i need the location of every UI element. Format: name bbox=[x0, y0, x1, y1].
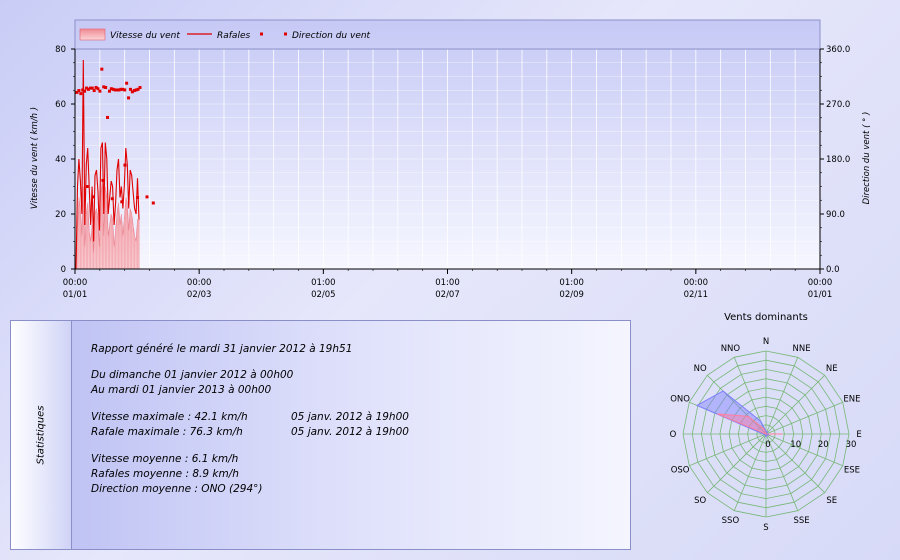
y-tick-label-right: 270.0 bbox=[826, 100, 850, 110]
rose-direction-label: ESE bbox=[844, 466, 860, 476]
rose-radial-tick-label: 20 bbox=[818, 440, 829, 450]
y-tick-label-left: 20 bbox=[55, 210, 66, 220]
x-tick-label-date: 02/03 bbox=[187, 290, 212, 300]
y-tick-label-right: 180.0 bbox=[826, 155, 850, 165]
x-tick-label-time: 00:00 bbox=[684, 278, 709, 288]
avg-gust-line: Rafales moyenne : 8.9 km/h bbox=[91, 468, 239, 480]
statistics-side-tab: Statistiques bbox=[11, 321, 72, 549]
x-tick-label-date: 01/01 bbox=[808, 290, 833, 300]
direction-point bbox=[123, 163, 127, 167]
y-tick-label-left: 40 bbox=[55, 155, 66, 165]
legend-item-gusts: Rafales bbox=[217, 31, 250, 41]
direction-point bbox=[125, 81, 129, 85]
rose-direction-label: SO bbox=[694, 496, 706, 506]
x-tick-label-date: 02/11 bbox=[684, 290, 709, 300]
direction-point bbox=[123, 88, 127, 92]
direction-point bbox=[120, 200, 124, 204]
direction-point bbox=[77, 89, 81, 93]
direction-point bbox=[110, 197, 114, 201]
rose-direction-label: O bbox=[670, 430, 677, 440]
rose-spoke bbox=[765, 375, 825, 435]
chart-legend: Vitesse du vent Rafales Direction du ven… bbox=[79, 28, 371, 41]
wind-time-chart: 0 20 40 60 80 0.0 90.0 180.0 270.0 360.0 00:00 01/0… bbox=[30, 19, 872, 300]
y-axis-left-label: Vitesse du vent ( km/h ) bbox=[30, 107, 40, 209]
rose-radial-tick-label: 0 bbox=[765, 440, 770, 450]
x-tick-label-date: 01/01 bbox=[63, 290, 88, 300]
y-tick-label-left: 60 bbox=[55, 100, 66, 110]
rose-direction-label: SE bbox=[826, 496, 837, 506]
direction-point bbox=[98, 89, 102, 93]
direction-point bbox=[79, 92, 83, 96]
statistics-panel: Statistiques Rapport généré le mardi 31 … bbox=[10, 320, 631, 550]
max-speed-line: Vitesse maximale : 42.1 km/h bbox=[91, 411, 248, 423]
statistics-side-label: Statistiques bbox=[35, 405, 47, 465]
rose-direction-label: E bbox=[856, 430, 861, 440]
legend-point-swatch-a bbox=[260, 32, 263, 36]
wind-rose-chart: Vents dominants N NNE NE ENE E ESE SE SSE S SSO SO… bbox=[670, 312, 862, 533]
avg-speed-line: Vitesse moyenne : 6.1 km/h bbox=[91, 453, 239, 465]
direction-point bbox=[92, 89, 96, 93]
rose-direction-label: ONO bbox=[670, 394, 690, 404]
y-tick-label-right: 90.0 bbox=[826, 210, 845, 220]
direction-point bbox=[136, 196, 140, 199]
direction-point bbox=[91, 195, 95, 199]
y-tick-label-right: 0.0 bbox=[826, 265, 840, 275]
x-tick-label-time: 01:00 bbox=[559, 278, 584, 288]
x-tick-label-date: 02/05 bbox=[311, 290, 336, 300]
legend-point-swatch-b bbox=[284, 32, 287, 36]
rose-direction-label: ENE bbox=[843, 394, 860, 404]
direction-point bbox=[106, 115, 110, 119]
wind-rose-title: Vents dominants bbox=[724, 312, 808, 323]
avg-direction-line: Direction moyenne : ONO (294°) bbox=[91, 483, 263, 495]
rose-direction-label: N bbox=[763, 337, 769, 347]
direction-point bbox=[151, 201, 155, 205]
y-tick-label-right: 360.0 bbox=[826, 45, 850, 55]
x-tick-label-time: 00:00 bbox=[808, 278, 833, 288]
rose-radial-tick-label: 30 bbox=[846, 440, 857, 450]
direction-point bbox=[145, 195, 149, 199]
x-tick-label-time: 01:00 bbox=[311, 278, 336, 288]
rose-radial-tick-label: 10 bbox=[790, 440, 801, 450]
rose-direction-label: SSO bbox=[722, 516, 740, 526]
direction-point bbox=[104, 86, 108, 89]
x-tick-label-time: 00:00 bbox=[63, 278, 88, 288]
direction-point bbox=[138, 86, 142, 89]
legend-item-direction: Direction du vent bbox=[292, 31, 371, 41]
rose-direction-label: OSO bbox=[671, 466, 690, 476]
max-gust-time: 05 janv. 2012 à 19h00 bbox=[291, 426, 409, 438]
rose-direction-label: NNE bbox=[793, 344, 811, 354]
max-speed-time: 05 janv. 2012 à 19h00 bbox=[291, 411, 409, 423]
max-gust-line: Rafale maximale : 76.3 km/h bbox=[91, 426, 243, 438]
legend-area-swatch bbox=[79, 28, 106, 41]
direction-point bbox=[100, 67, 104, 71]
x-tick-label-date: 02/09 bbox=[559, 290, 584, 300]
x-tick-label-time: 00:00 bbox=[187, 278, 212, 288]
period-from-line: Du dimanche 01 janvier 2012 à 00h00 bbox=[91, 369, 294, 381]
rose-direction-label: NNO bbox=[721, 344, 741, 354]
y-axis-right-label: Direction du vent ( ° ) bbox=[862, 112, 872, 205]
rose-direction-label: S bbox=[763, 523, 768, 533]
direction-point bbox=[127, 96, 131, 100]
direction-point bbox=[83, 89, 87, 93]
x-tick-label-time: 01:00 bbox=[435, 278, 460, 288]
rose-direction-label: SSE bbox=[794, 516, 810, 526]
legend-item-speed: Vitesse du vent bbox=[110, 31, 180, 41]
rose-direction-label: NO bbox=[694, 364, 707, 374]
report-generated-line: Rapport généré le mardi 31 janvier 2012 … bbox=[91, 343, 353, 355]
x-tick-label-date: 02/07 bbox=[435, 290, 460, 300]
direction-point bbox=[101, 178, 105, 182]
rose-spoke bbox=[707, 433, 767, 493]
y-tick-label-left: 0 bbox=[61, 265, 66, 275]
direction-point bbox=[85, 185, 89, 188]
period-to-line: Au mardi 01 janvier 2013 à 00h00 bbox=[91, 384, 272, 396]
y-tick-label-left: 80 bbox=[55, 45, 66, 55]
rose-direction-label: NE bbox=[826, 364, 838, 374]
